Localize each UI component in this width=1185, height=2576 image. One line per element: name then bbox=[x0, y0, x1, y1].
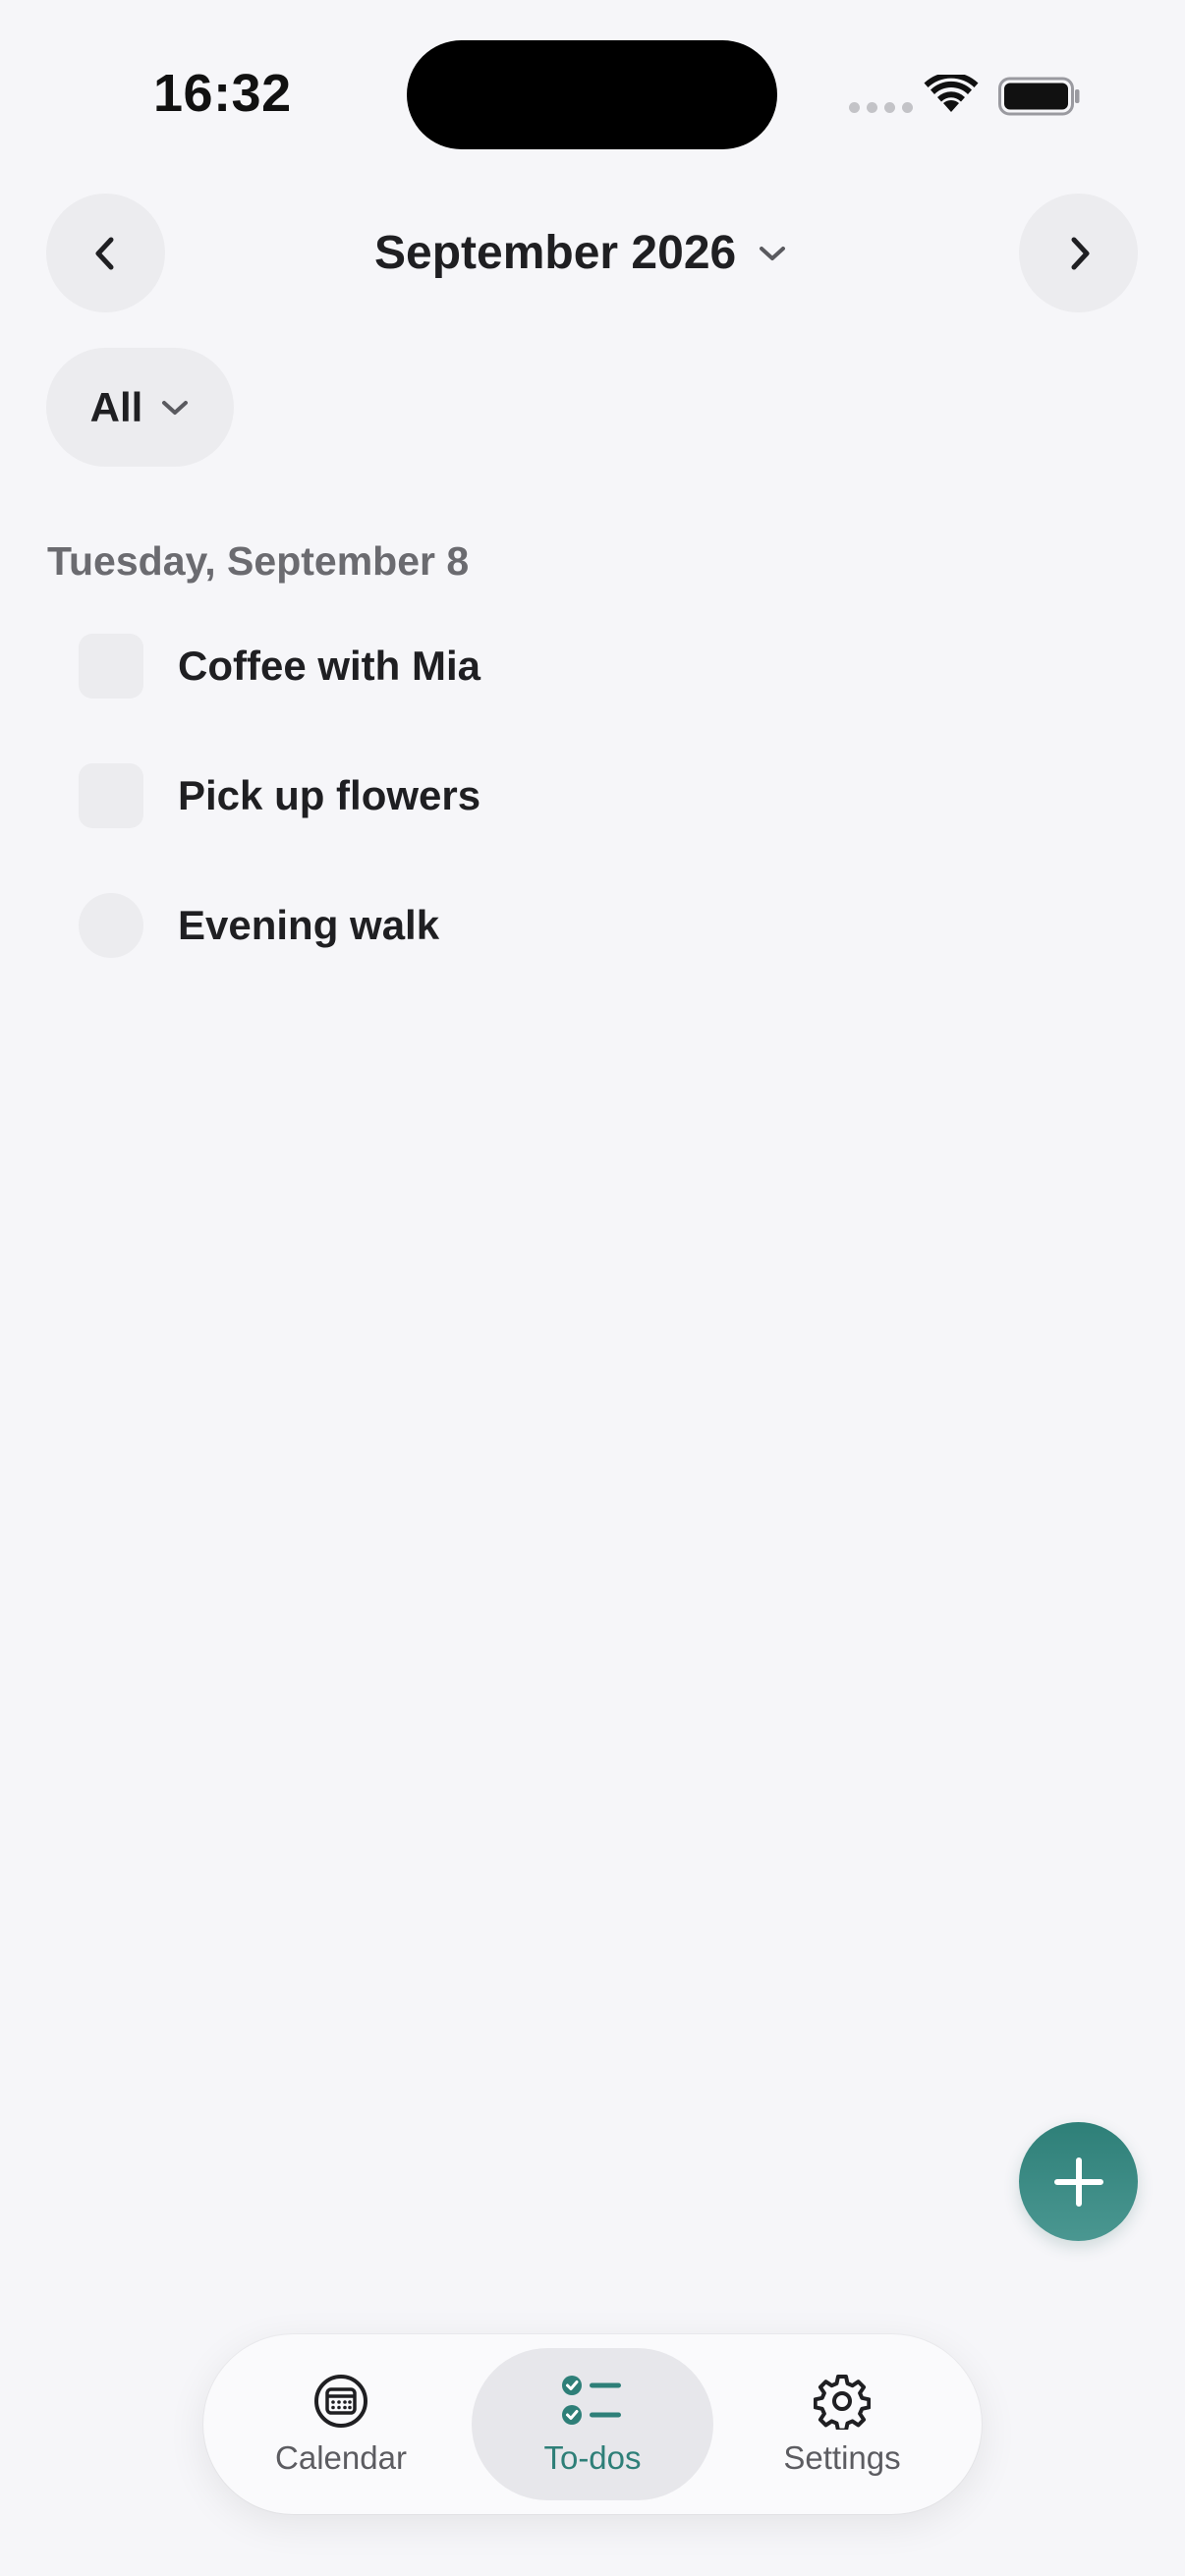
todo-checkbox[interactable] bbox=[79, 763, 143, 828]
section-date-header: Tuesday, September 8 bbox=[47, 538, 470, 584]
tab-todos[interactable]: To-dos bbox=[472, 2348, 713, 2500]
gear-icon bbox=[814, 2374, 871, 2430]
todo-title: Coffee with Mia bbox=[178, 643, 481, 689]
month-selector[interactable]: September 2026 bbox=[374, 226, 787, 280]
cellular-signal-icon bbox=[849, 102, 913, 113]
plus-icon bbox=[1053, 2156, 1103, 2207]
todo-item[interactable]: Evening walk bbox=[79, 893, 439, 958]
todo-title: Evening walk bbox=[178, 902, 440, 948]
previous-month-button[interactable] bbox=[46, 194, 165, 312]
chevron-down-icon bbox=[162, 400, 189, 415]
todo-checkbox[interactable] bbox=[79, 634, 143, 699]
todo-item[interactable]: Pick up flowers bbox=[79, 763, 480, 828]
add-todo-button[interactable] bbox=[1019, 2122, 1138, 2241]
todo-item[interactable]: Coffee with Mia bbox=[79, 634, 480, 699]
chevron-right-icon bbox=[1071, 237, 1089, 269]
tab-settings[interactable]: Settings bbox=[759, 2348, 926, 2500]
next-month-button[interactable] bbox=[1019, 194, 1138, 312]
dynamic-island bbox=[407, 40, 777, 149]
month-label: September 2026 bbox=[374, 227, 737, 279]
tab-label: Calendar bbox=[275, 2438, 407, 2476]
filter-label: All bbox=[89, 383, 143, 430]
tab-label: To-dos bbox=[543, 2438, 642, 2476]
status-time: 16:32 bbox=[153, 64, 292, 123]
tab-bar: Calendar To-dos Settings bbox=[203, 2334, 982, 2514]
wifi-icon bbox=[924, 72, 979, 119]
chevron-left-icon bbox=[95, 237, 113, 269]
tab-label: Settings bbox=[783, 2438, 901, 2476]
filter-dropdown[interactable]: All bbox=[46, 348, 234, 467]
calendar-icon bbox=[314, 2374, 367, 2428]
checklist-icon bbox=[562, 2375, 621, 2425]
chevron-down-icon bbox=[760, 246, 786, 260]
battery-icon bbox=[998, 75, 1081, 123]
todo-checkbox[interactable] bbox=[79, 893, 143, 958]
todo-title: Pick up flowers bbox=[178, 772, 481, 818]
tab-calendar[interactable]: Calendar bbox=[260, 2348, 422, 2500]
